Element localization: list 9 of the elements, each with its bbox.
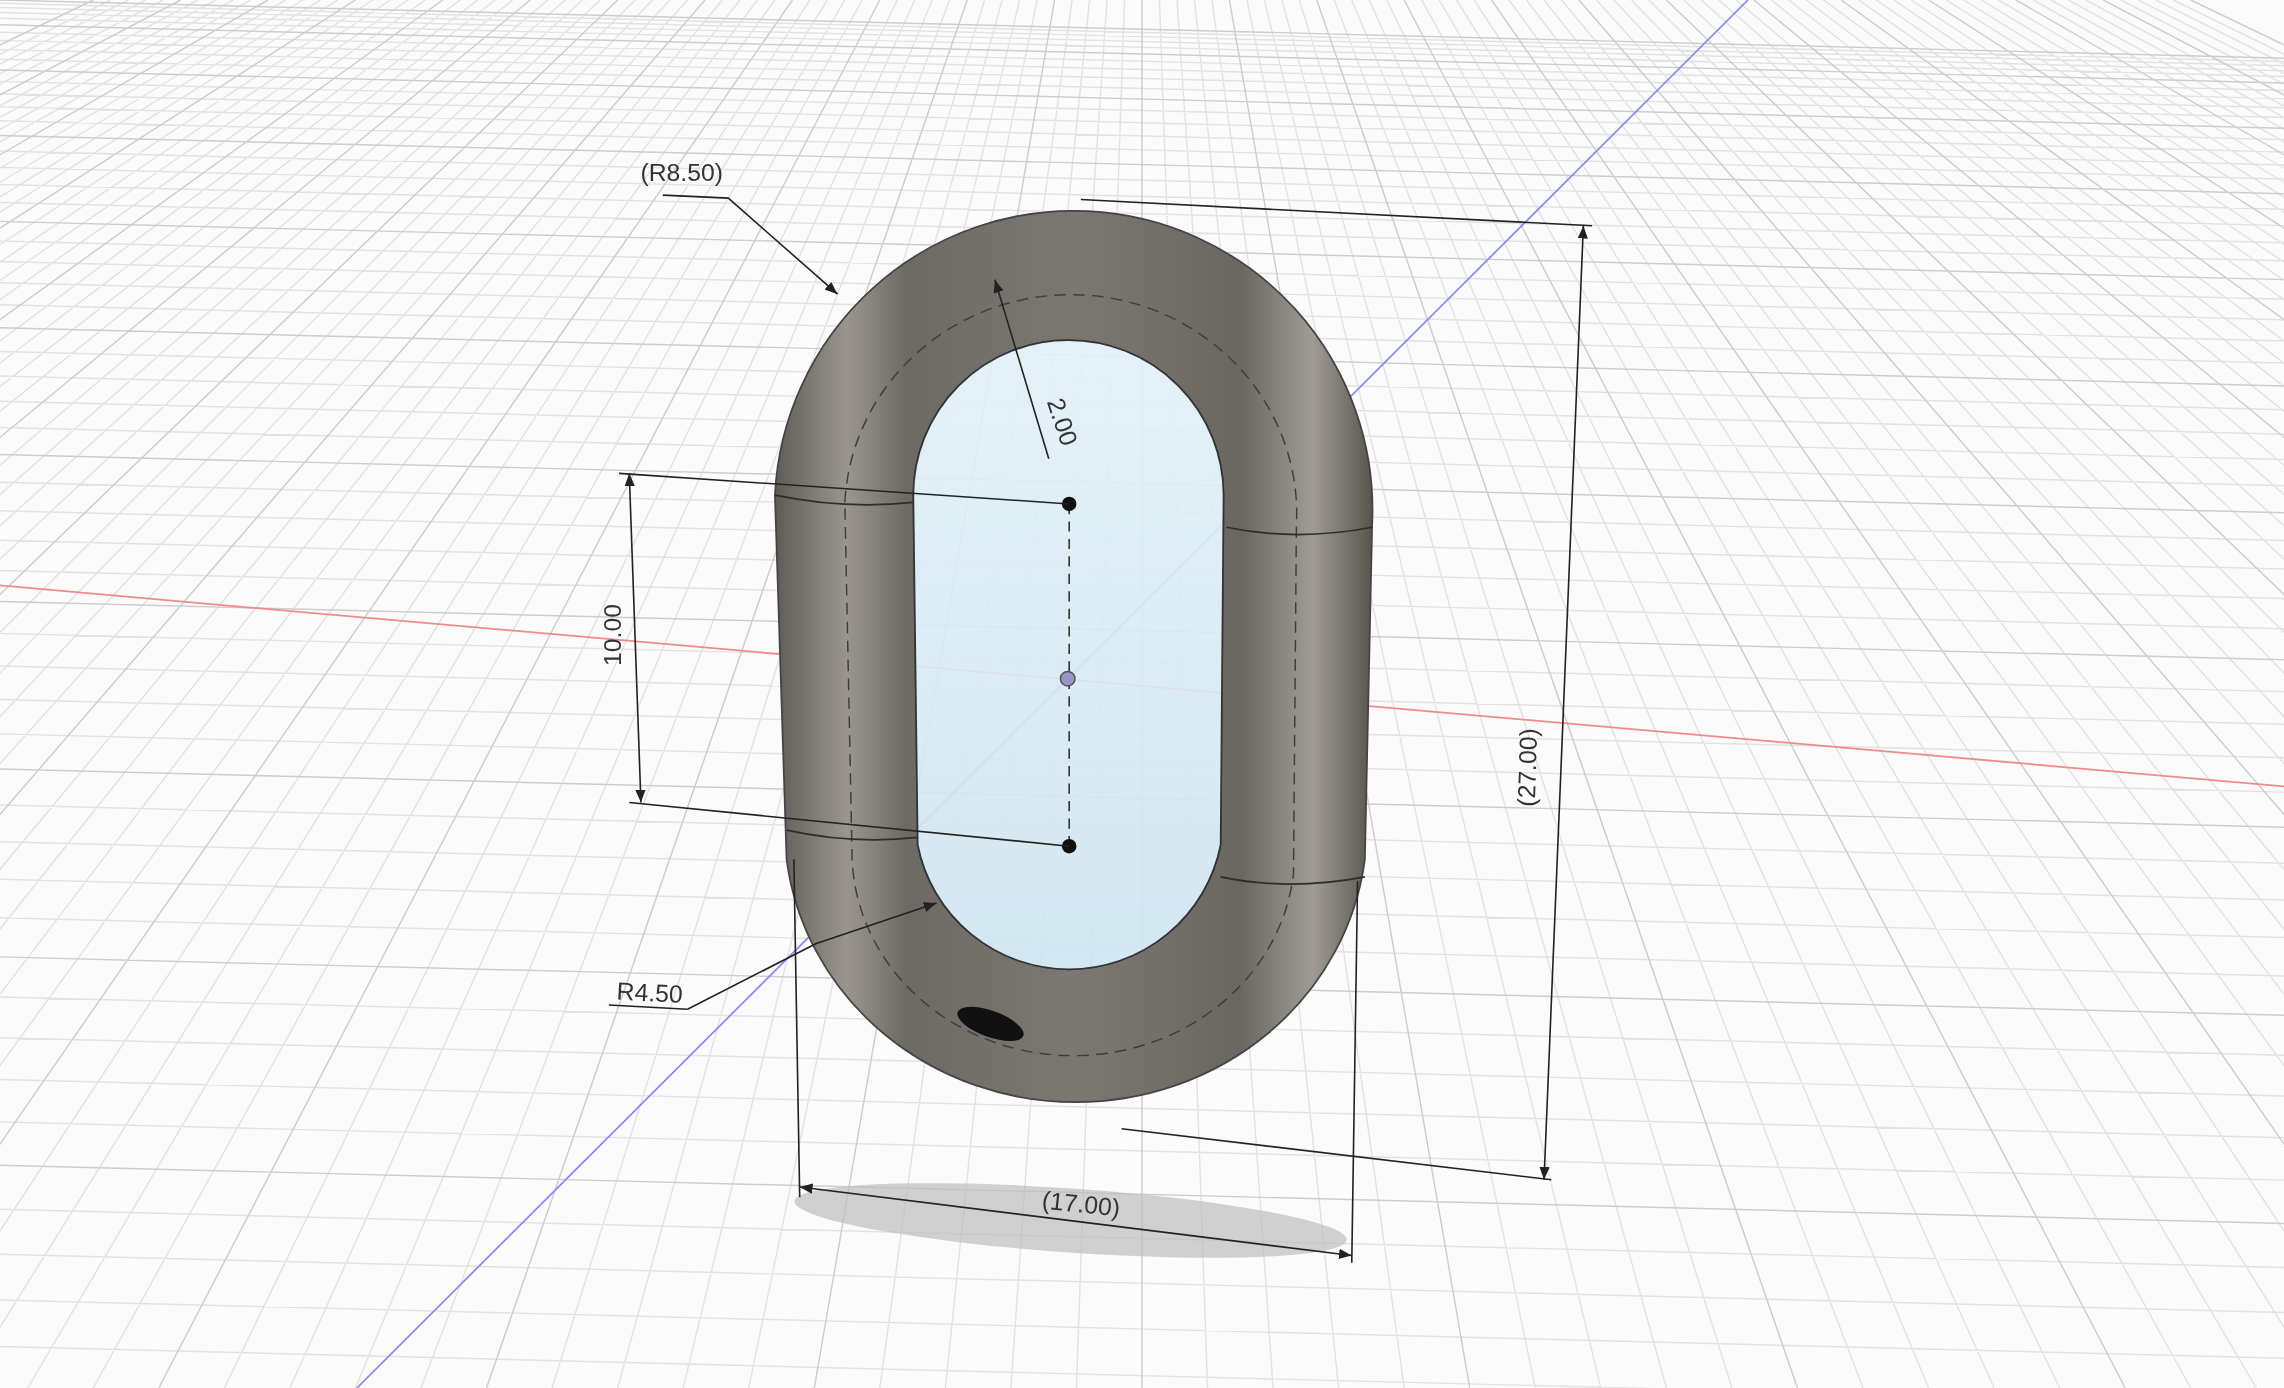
dimension-label[interactable]: (R8.50) [640, 159, 723, 187]
origin-point [1059, 670, 1076, 687]
center-point [1061, 838, 1077, 854]
center-point [1061, 496, 1077, 512]
dimension-label[interactable]: (17.00) [1040, 1186, 1122, 1222]
dimension-label[interactable]: R4.50 [616, 977, 684, 1008]
dimension-label[interactable]: 2.00 [1042, 394, 1083, 449]
dimension-label[interactable]: 10.00 [599, 604, 627, 666]
dimension-label[interactable]: (27.00) [1512, 727, 1543, 808]
